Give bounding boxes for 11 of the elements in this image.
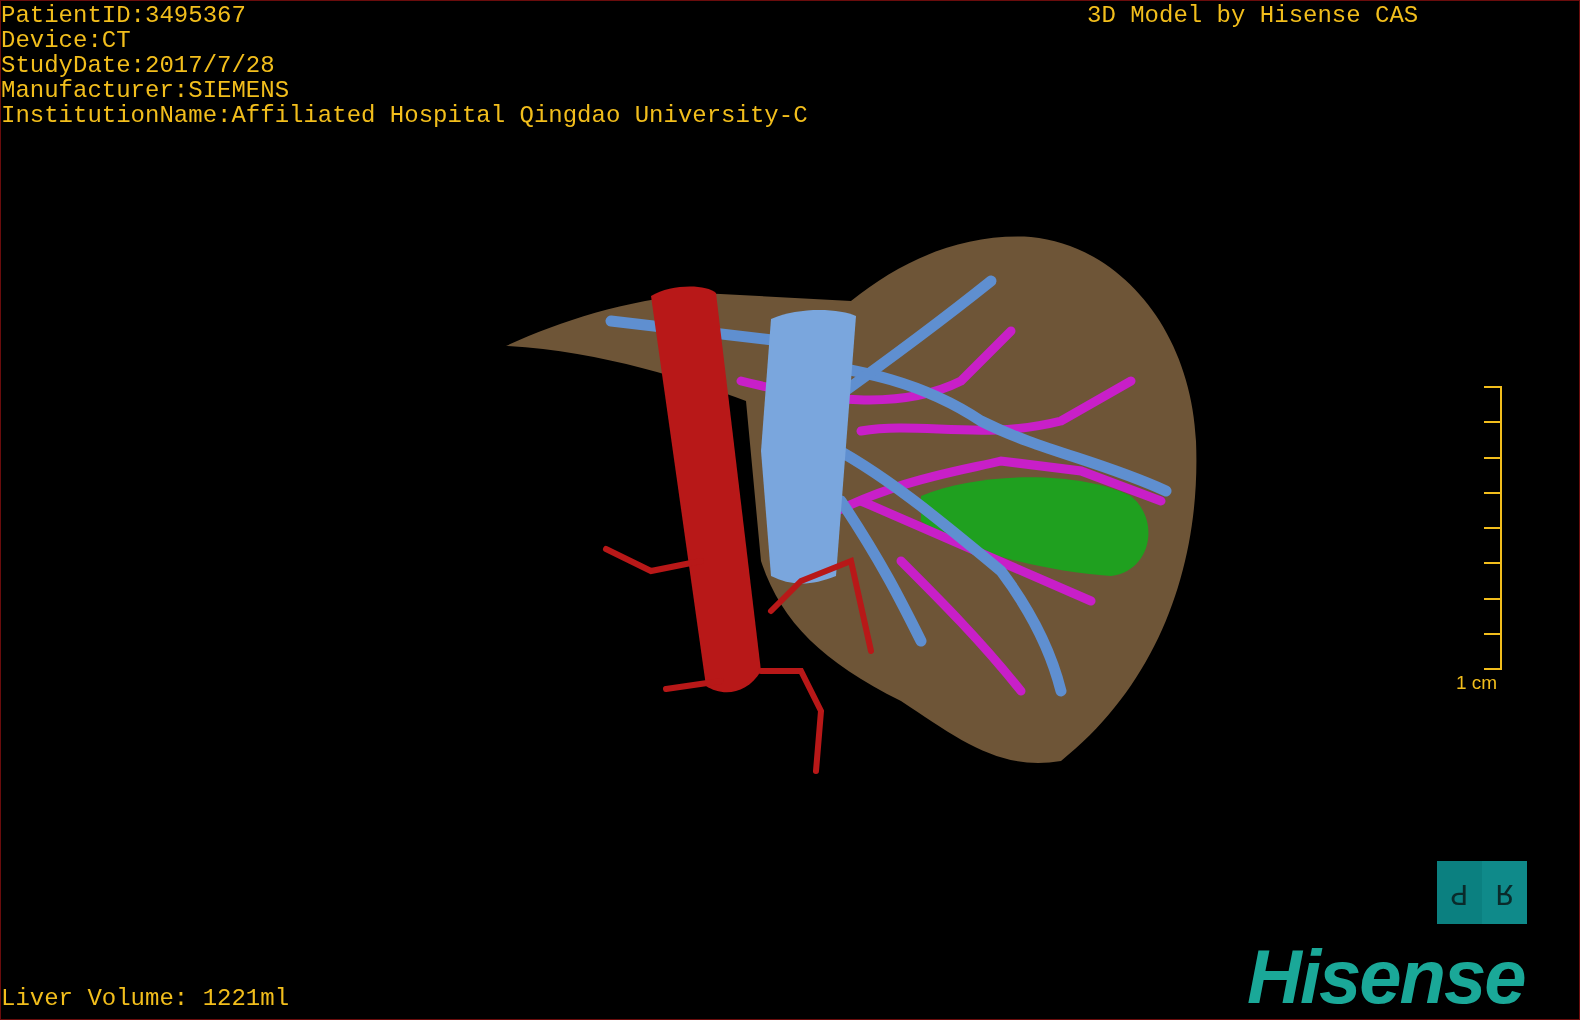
patient-info-text: StudyDate:2017/7/28: [1, 53, 276, 78]
liver-volume-text: Liver Volume: 1221ml: [1, 986, 290, 1011]
patient-info-text: Manufacturer:SIEMENS: [1, 78, 291, 103]
patient-info-text: Device:CT: [1, 28, 132, 53]
patient-info-text: PatientID:3495367: [1, 3, 247, 28]
logo-text: Hisense: [1247, 939, 1525, 1015]
credit-text: 3D Model by Hisense CAS: [1087, 3, 1419, 28]
patient-info-text: InstitutionName:Affiliated Hospital Qingdao University-C: [1, 103, 808, 128]
face-label: R: [1495, 877, 1514, 908]
face-label: P: [1450, 877, 1469, 908]
scale-label: 1 cm: [1456, 672, 1498, 694]
